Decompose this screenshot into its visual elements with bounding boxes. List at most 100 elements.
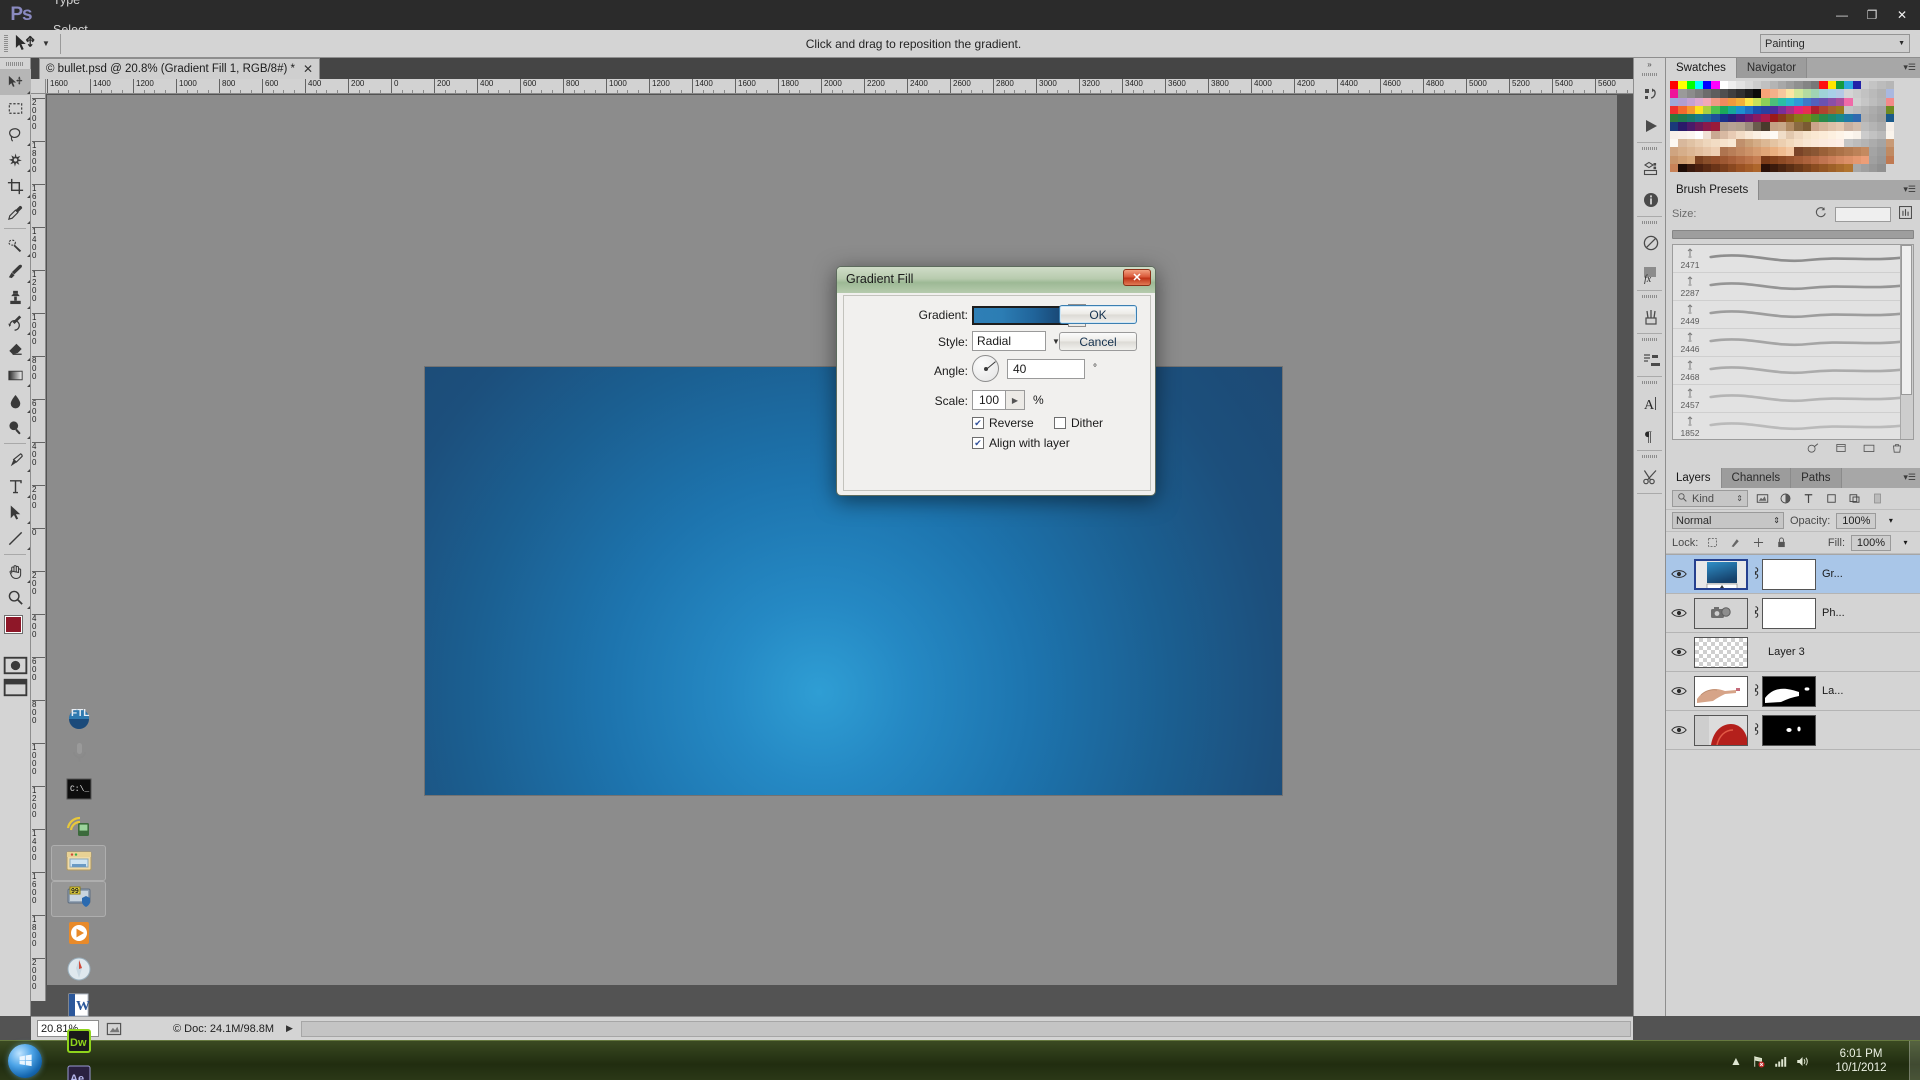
layer-link-icon[interactable] [1748,604,1762,623]
color-swatch[interactable] [1703,155,1712,164]
tab-layers[interactable]: Layers [1666,468,1722,489]
color-swatch[interactable] [1703,130,1712,140]
show-desktop-button[interactable] [1909,1041,1920,1080]
color-swatch[interactable] [1769,155,1778,164]
fill-input[interactable]: 100% [1851,534,1891,551]
color-swatch[interactable] [1811,89,1820,98]
color-swatch[interactable] [1811,114,1820,123]
color-swatch[interactable] [1719,122,1729,131]
color-swatch[interactable] [1869,155,1878,164]
color-swatch[interactable] [1736,114,1745,123]
color-swatch[interactable] [1827,147,1836,156]
color-swatch[interactable] [1794,81,1803,90]
zoom-tool[interactable] [0,584,31,610]
brush-panel-toggle-icon[interactable] [1897,204,1914,224]
brush-preset-item[interactable]: 2446 [1673,329,1913,358]
color-swatch[interactable] [1694,147,1704,156]
color-swatch[interactable] [1686,147,1695,156]
color-swatch[interactable] [1802,147,1812,156]
color-swatch[interactable] [1819,163,1828,173]
color-swatch[interactable] [1752,89,1762,98]
color-swatch[interactable] [1728,89,1737,98]
rail-group-grip[interactable] [1634,378,1665,387]
style-select-value[interactable]: Radial [972,331,1046,351]
color-swatch[interactable] [1860,147,1870,156]
color-swatch[interactable] [1694,105,1704,115]
color-swatch[interactable] [1769,81,1778,90]
color-swatch[interactable] [1744,89,1753,98]
lock-all-icon[interactable] [1773,534,1790,551]
scale-stepper[interactable]: ▶ [1006,390,1025,410]
panel-menu-icon[interactable]: ▾☰ [1903,184,1916,195]
eyedropper-tool[interactable] [0,199,31,225]
color-swatch[interactable] [1852,163,1861,173]
color-swatch[interactable] [1885,139,1895,148]
panel-menu-icon[interactable]: ▾☰ [1903,62,1916,73]
color-swatch[interactable] [1827,97,1836,106]
color-swatch[interactable] [1769,89,1778,98]
tab-swatches[interactable]: Swatches [1666,58,1737,78]
layer-mask-thumbnail[interactable] [1762,597,1816,629]
color-swatch[interactable] [1811,155,1820,164]
brush-preset-item[interactable]: 2471 [1673,245,1913,274]
color-swatch[interactable] [1827,89,1836,98]
align-checkbox-row[interactable]: Align with layer [972,436,1070,450]
color-swatch[interactable] [1711,163,1720,173]
color-swatch[interactable] [1794,122,1803,131]
color-swatch[interactable] [1719,114,1729,123]
color-swatch[interactable] [1811,81,1820,90]
color-swatch[interactable] [1835,155,1845,164]
color-swatch[interactable] [1711,122,1720,131]
close-button[interactable]: ✕ [1888,4,1916,26]
swatch-grid[interactable] [1666,78,1920,174]
spot-healing-brush-tool[interactable] [0,232,31,258]
color-swatch[interactable] [1711,147,1720,156]
history-icon[interactable] [1634,79,1667,110]
color-swatch[interactable] [1869,139,1878,148]
color-swatch[interactable] [1694,139,1704,148]
color-swatch[interactable] [1670,163,1679,173]
color-swatch[interactable] [1877,163,1886,173]
layer-name[interactable]: Layer 3 [1762,646,1920,658]
color-swatch[interactable] [1752,114,1762,123]
layer-row[interactable]: Layer 3 [1666,633,1920,673]
color-swatch[interactable] [1678,155,1687,164]
history-brush-tool[interactable] [0,310,31,336]
taskbar-item-ftl-app[interactable]: FTL [51,701,106,737]
brush-preset-item[interactable]: 2287 [1673,273,1913,302]
gradient-tool[interactable] [0,362,31,388]
color-swatch[interactable] [1686,139,1695,148]
color-swatch[interactable] [1869,89,1878,98]
reset-arrow-icon[interactable] [1814,205,1829,223]
path-selection-tool[interactable] [0,499,31,525]
color-swatch[interactable] [1752,147,1762,156]
blur-tool[interactable] [0,388,31,414]
color-swatch[interactable] [1877,122,1886,131]
color-swatch[interactable] [1835,114,1845,123]
color-swatch[interactable] [1703,163,1712,173]
rail-expand-icon[interactable]: » [1634,58,1665,70]
angle-dial[interactable] [972,355,999,382]
color-swatch[interactable] [1744,139,1753,148]
color-swatch[interactable] [1844,97,1853,106]
taskbar-item-monitor-99-app[interactable]: 99 [51,880,106,917]
color-swatch[interactable] [1744,147,1753,156]
color-swatch[interactable] [1885,105,1895,115]
filter-image-icon[interactable] [1754,490,1771,507]
color-swatch[interactable] [1769,114,1778,123]
color-swatch[interactable] [1678,89,1687,98]
color-swatch[interactable] [1819,97,1828,106]
taskbar-item-windows-compass[interactable] [51,953,106,989]
color-swatch[interactable] [1719,163,1729,173]
color-swatch[interactable] [1852,130,1861,140]
lock-position-icon[interactable] [1750,534,1767,551]
color-swatch[interactable] [1728,81,1737,90]
color-swatch[interactable] [1860,130,1870,140]
layer-row[interactable]: Gr... [1666,555,1920,595]
color-swatch[interactable] [1752,163,1762,173]
reverse-checkbox-row[interactable]: Reverse [972,416,1034,430]
color-swatch[interactable] [1802,97,1812,106]
color-swatch[interactable] [1852,147,1861,156]
color-swatch[interactable] [1744,105,1753,115]
color-swatch[interactable] [1786,105,1795,115]
